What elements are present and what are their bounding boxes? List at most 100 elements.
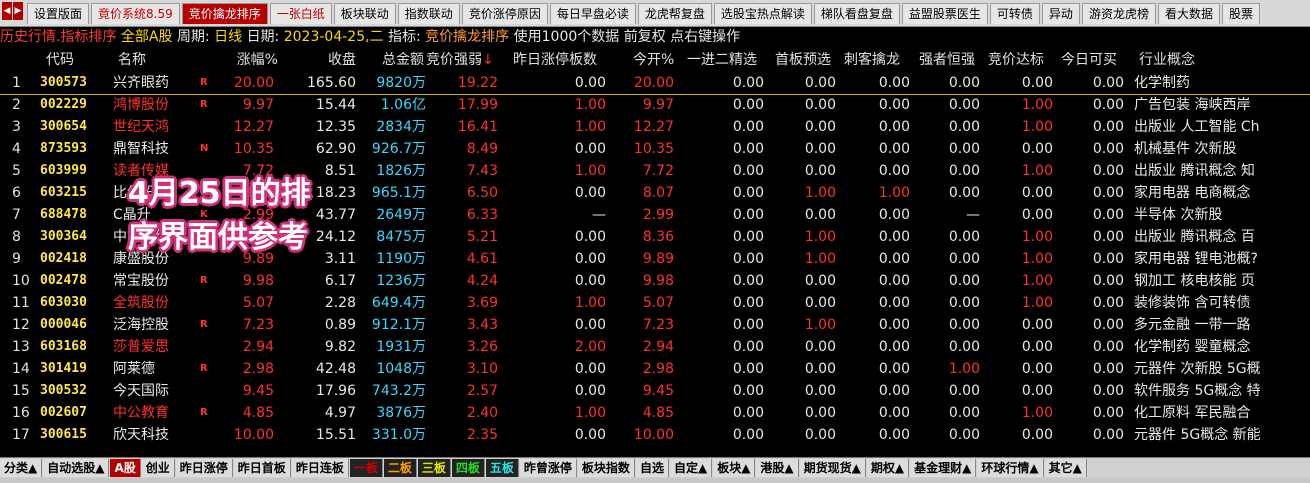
cell-code: 300573: [40, 75, 87, 90]
cell-flag: [200, 116, 214, 138]
top-tabs: 设置版面 竟价系统8.59 竞价擒龙排序 一张白纸 板块联动 指数联动 竞价涨停原因 每日早盘…: [27, 2, 1262, 24]
header-amount[interactable]: 总金额: [382, 49, 424, 71]
table-row[interactable]: 3 300654 世纪天鸿 12.27 12.35 2834万 16.41 1.00 12.27…: [0, 116, 1310, 138]
bottom-tab[interactable]: 港股▲: [756, 459, 799, 477]
top-tab[interactable]: 每日早盘必读: [549, 2, 636, 24]
bottom-tab[interactable]: 创业: [141, 459, 175, 477]
cell-prev: 0.00: [574, 361, 606, 377]
bottom-tab[interactable]: 板块▲: [713, 459, 756, 477]
header-name[interactable]: 名称: [118, 49, 146, 71]
cell-prev: 0.00: [574, 141, 606, 157]
bottom-tab[interactable]: 板块指数: [577, 459, 635, 477]
header-code[interactable]: 代码: [46, 49, 74, 71]
bottom-tab[interactable]: 其它▲: [1044, 459, 1087, 477]
header-strength[interactable]: 竞价强弱↓: [426, 49, 494, 71]
table-row[interactable]: 2 002229 鸿博股份 R 9.97 15.44 1.06亿 17.99 1.00 9.97 0…: [0, 94, 1310, 116]
bottom-tab[interactable]: 昨日连板: [291, 459, 349, 477]
top-tab[interactable]: 指数联动: [397, 2, 460, 24]
cell-c2: 0.00: [804, 163, 836, 179]
bottom-tab[interactable]: 期权▲: [866, 459, 910, 477]
cell-amount: 331.0万: [371, 427, 426, 443]
scroll-right-icon[interactable]: ▶: [13, 2, 23, 20]
header-c3[interactable]: 刺客擒龙: [844, 49, 900, 71]
bottom-tab[interactable]: 基金理财▲: [910, 459, 977, 477]
cell-c2: 0.00: [804, 295, 836, 311]
cell-c4: 0.00: [948, 97, 980, 113]
table-row[interactable]: 14 301419 阿莱德 R 2.98 42.48 1048万 3.10 0.00 2.98 0.…: [0, 358, 1310, 380]
scroll-left-icon[interactable]: ◀: [2, 2, 12, 20]
cell-flag: [200, 380, 214, 402]
cell-c3: 0.00: [878, 229, 910, 245]
cell-prev: 0.00: [574, 317, 606, 333]
header-close[interactable]: 收盘: [300, 49, 356, 71]
header-prev-limit[interactable]: 昨日涨停板数: [513, 49, 597, 71]
bottom-tab[interactable]: 自定▲: [669, 459, 713, 477]
cell-c3: 0.00: [878, 295, 910, 311]
header-c5[interactable]: 竞价达标: [988, 49, 1044, 71]
top-tab[interactable]: 竞价涨停原因: [461, 2, 548, 24]
table-row[interactable]: 15 300532 今天国际 9.45 17.96 743.2万 2.57 0.00 9.45 0…: [0, 380, 1310, 402]
top-tab[interactable]: 龙虎帮复盘: [637, 2, 712, 24]
bottom-tab[interactable]: 昨曾涨停: [519, 459, 577, 477]
top-tab[interactable]: 选股宝热点解读: [713, 2, 812, 24]
table-row[interactable]: 16 002607 中公教育 R 4.85 4.97 3876万 2.40 1.00 4.85 0.…: [0, 402, 1310, 424]
date-value[interactable]: 2023-04-25,二: [284, 29, 384, 45]
cell-name: 兴齐眼药: [113, 75, 169, 91]
bottom-tab[interactable]: 四板: [451, 459, 485, 477]
top-tab[interactable]: 板块联动: [333, 2, 396, 24]
market-scope[interactable]: 全部A股: [121, 29, 173, 45]
top-tab[interactable]: 看大数据: [1157, 2, 1220, 24]
cell-c4: —: [966, 207, 980, 223]
cell-code: 301419: [40, 361, 87, 376]
bottom-tab[interactable]: 期货现货▲: [799, 459, 866, 477]
top-tab[interactable]: 异动: [1041, 2, 1080, 24]
bottom-tab[interactable]: A股: [110, 459, 141, 477]
top-tab[interactable]: 一张白纸: [269, 2, 332, 24]
table-row[interactable]: 4 873593 鼎智科技 N 10.35 62.90 926.7万 8.49 0.00 10.3…: [0, 138, 1310, 160]
bottom-tab[interactable]: 昨日首板: [233, 459, 291, 477]
bottom-tab[interactable]: 自动选股▲: [43, 459, 110, 477]
header-c7[interactable]: 行业概念: [1139, 49, 1195, 71]
bottom-tab[interactable]: 二板: [383, 459, 417, 477]
cell-c5: 0.00: [1021, 75, 1053, 91]
top-tab[interactable]: 设置版面: [27, 2, 90, 24]
cell-name: 莎普爱思: [113, 339, 169, 355]
cell-name: 常宝股份: [113, 273, 169, 289]
cell-prev: 0.00: [574, 273, 606, 289]
bottom-tab[interactable]: 昨日涨停: [175, 459, 233, 477]
top-tab[interactable]: 股票: [1221, 2, 1260, 24]
cell-c2: 0.00: [804, 141, 836, 157]
header-open[interactable]: 今开%: [633, 49, 674, 71]
table-row[interactable]: 1 300573 兴齐眼药 R 20.00 165.60 9820万 19.22 0.00 20.…: [0, 72, 1310, 95]
table-row[interactable]: 11 603030 全筑股份 5.07 2.28 649.4万 3.69 1.00 5.07 0.…: [0, 292, 1310, 314]
top-tab[interactable]: 竞价擒龙排序: [181, 2, 268, 24]
table-row[interactable]: 12 000046 泛海控股 R 7.23 0.89 912.1万 3.43 0.00 7.23 0…: [0, 314, 1310, 336]
table-row[interactable]: 10 002478 常宝股份 R 9.98 6.17 1236万 4.24 0.00 9.98 0.…: [0, 270, 1310, 292]
period-value[interactable]: 日线: [214, 29, 242, 45]
bottom-tab[interactable]: 一板: [349, 459, 383, 477]
top-tab[interactable]: 梯队看盘复盘: [813, 2, 900, 24]
bottom-tab[interactable]: 环球行情▲: [977, 459, 1044, 477]
indicator-value[interactable]: 竞价擒龙排序: [425, 29, 509, 45]
bottom-tab[interactable]: 自选: [635, 459, 669, 477]
header-change[interactable]: 涨幅%: [232, 49, 278, 71]
header-c2[interactable]: 首板预选: [775, 49, 831, 71]
header-c4[interactable]: 强者恒强: [919, 49, 975, 71]
table-row[interactable]: 17 300615 欣天科技 10.00 15.51 331.0万 2.35 0.00 10.0…: [0, 424, 1310, 446]
cell-c4: 0.00: [948, 251, 980, 267]
history-mode[interactable]: 历史行情.指标排序: [0, 29, 116, 45]
top-tab[interactable]: 竟价系统8.59: [91, 2, 180, 24]
cell-concept: 化工原料 军民融合: [1134, 405, 1251, 421]
bottom-tab[interactable]: 五板: [485, 459, 519, 477]
cell-c1: 0.00: [732, 75, 764, 91]
top-tab[interactable]: 益盟股票医生: [901, 2, 988, 24]
top-tab[interactable]: 可转债: [989, 2, 1040, 24]
table-row[interactable]: 13 603168 莎普爱思 2.94 9.82 1931万 3.26 2.00 2.94 0.0…: [0, 336, 1310, 358]
header-c1[interactable]: 一进二精选: [687, 49, 757, 71]
header-c6[interactable]: 今日可买: [1061, 49, 1117, 71]
bottom-tab[interactable]: 三板: [417, 459, 451, 477]
top-tab[interactable]: 游资龙虎榜: [1081, 2, 1156, 24]
bottom-tab[interactable]: 分类▲: [0, 459, 43, 477]
cell-prev: 0.00: [574, 383, 606, 399]
cell-open: 7.23: [642, 317, 674, 333]
